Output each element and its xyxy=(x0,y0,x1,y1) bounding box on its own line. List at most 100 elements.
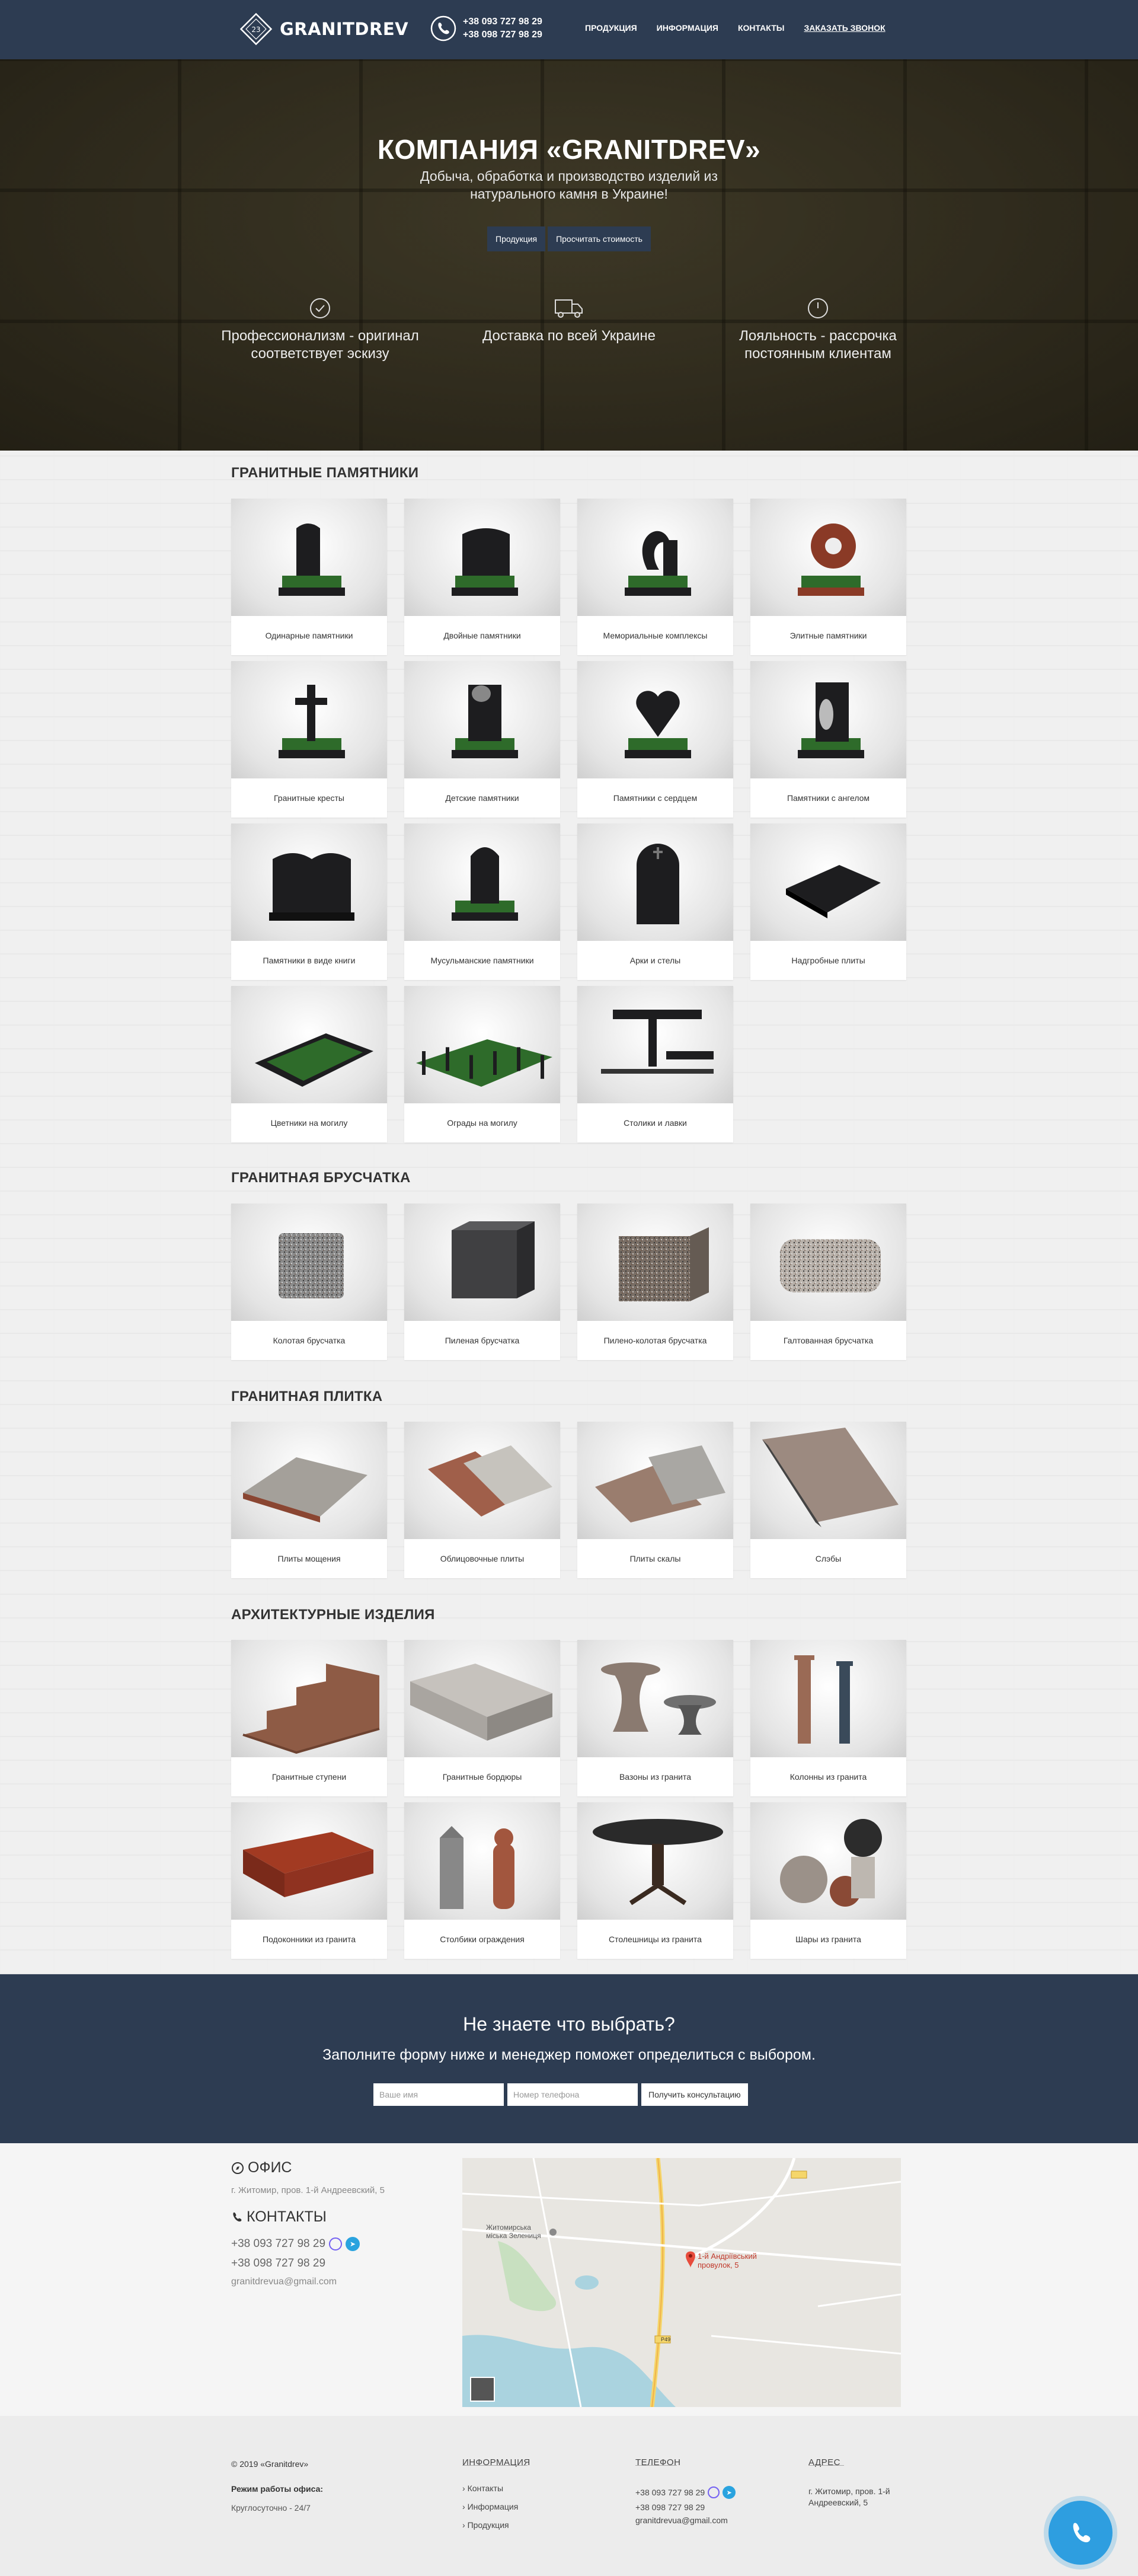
product-card[interactable]: Плиты мощения xyxy=(231,1422,387,1578)
product-image[interactable] xyxy=(404,986,560,1103)
product-label[interactable]: Надгробные плиты xyxy=(750,941,906,980)
product-image[interactable] xyxy=(750,1802,906,1920)
product-label[interactable]: Подоконники из гранита xyxy=(231,1920,387,1959)
contact-phone-1[interactable]: +38 093 727 98 29 xyxy=(231,2237,325,2251)
product-image[interactable] xyxy=(750,1640,906,1757)
product-label[interactable]: Цветники на могилу xyxy=(231,1103,387,1142)
product-image[interactable] xyxy=(404,823,560,941)
nav-contacts[interactable]: КОНТАКТЫ xyxy=(738,23,784,33)
product-image[interactable] xyxy=(231,499,387,616)
product-image[interactable] xyxy=(404,1640,560,1757)
product-label[interactable]: Колонны из гранита xyxy=(750,1757,906,1796)
product-label[interactable]: Слэбы xyxy=(750,1539,906,1578)
product-image[interactable] xyxy=(577,986,733,1103)
product-label[interactable]: Гранитные ступени xyxy=(231,1757,387,1796)
product-image[interactable] xyxy=(750,1204,906,1321)
footer-phone-2[interactable]: +38 098 727 98 29 xyxy=(635,2502,705,2512)
product-label[interactable]: Пилено-колотая брусчатка xyxy=(577,1321,733,1360)
product-card[interactable]: Шары из гранита xyxy=(750,1802,906,1959)
nav-products[interactable]: ПРОДУКЦИЯ xyxy=(585,23,637,33)
product-label[interactable]: Мемориальные комплексы xyxy=(577,616,733,655)
product-card[interactable]: Вазоны из гранита xyxy=(577,1640,733,1796)
viber-icon[interactable] xyxy=(329,2237,343,2251)
product-image[interactable] xyxy=(231,1204,387,1321)
product-image[interactable] xyxy=(750,499,906,616)
product-image[interactable] xyxy=(577,1802,733,1920)
footer-phone-1[interactable]: +38 093 727 98 29 xyxy=(635,2488,705,2497)
get-consultation-button[interactable]: Получить консультацию xyxy=(641,2083,748,2106)
nav-order-call[interactable]: ЗАКАЗАТЬ ЗВОНОК xyxy=(804,23,885,33)
product-label[interactable]: Колотая брусчатка xyxy=(231,1321,387,1360)
product-image[interactable] xyxy=(577,499,733,616)
footer-link-info[interactable]: › Информация xyxy=(462,2502,518,2511)
call-widget-button[interactable] xyxy=(1049,2501,1113,2565)
product-card[interactable]: Детские памятники xyxy=(404,661,560,818)
header-phone-2[interactable]: +38 098 727 98 29 xyxy=(463,28,542,42)
product-image[interactable] xyxy=(231,1802,387,1920)
product-card[interactable]: Гранитные кресты xyxy=(231,661,387,818)
nav-info[interactable]: ИНФОРМАЦИЯ xyxy=(657,23,718,33)
product-label[interactable]: Мусульманские памятники xyxy=(404,941,560,980)
product-image[interactable] xyxy=(404,1802,560,1920)
contact-email[interactable]: granitdrevua@gmail.com xyxy=(231,2277,337,2287)
product-image[interactable] xyxy=(231,823,387,941)
product-card[interactable]: Гранитные ступени xyxy=(231,1640,387,1796)
product-image[interactable] xyxy=(231,986,387,1103)
product-label[interactable]: Гранитные бордюры xyxy=(404,1757,560,1796)
product-image[interactable] xyxy=(404,1422,560,1539)
product-label[interactable]: Памятники в виде книги xyxy=(231,941,387,980)
product-card[interactable]: Цветники на могилу xyxy=(231,986,387,1142)
telegram-icon[interactable]: ➤ xyxy=(723,2486,736,2499)
name-input[interactable]: Ваше имя xyxy=(373,2083,504,2106)
product-card[interactable]: Пилено-колотая брусчатка xyxy=(577,1204,733,1360)
footer-link-products[interactable]: › Продукция xyxy=(462,2520,509,2530)
product-label[interactable]: Памятники с ангелом xyxy=(750,778,906,818)
product-image[interactable] xyxy=(577,823,733,941)
product-label[interactable]: Столики и лавки xyxy=(577,1103,733,1142)
product-label[interactable]: Двойные памятники xyxy=(404,616,560,655)
viber-icon[interactable] xyxy=(708,2486,720,2498)
product-label[interactable]: Памятники с сердцем xyxy=(577,778,733,818)
product-card[interactable]: Мусульманские памятники xyxy=(404,823,560,980)
product-card[interactable]: Столики и лавки xyxy=(577,986,733,1142)
product-image[interactable] xyxy=(577,1422,733,1539)
product-card[interactable]: Гранитные бордюры xyxy=(404,1640,560,1796)
product-image[interactable] xyxy=(404,661,560,778)
product-label[interactable]: Плиты скалы xyxy=(577,1539,733,1578)
product-label[interactable]: Гранитные кресты xyxy=(231,778,387,818)
product-image[interactable] xyxy=(750,1422,906,1539)
contact-phone-2[interactable]: +38 098 727 98 29 xyxy=(231,2257,325,2270)
header-phone-1[interactable]: +38 093 727 98 29 xyxy=(463,15,542,28)
product-card[interactable]: Облицовочные плиты xyxy=(404,1422,560,1578)
product-label[interactable]: Арки и стелы xyxy=(577,941,733,980)
product-card[interactable]: Памятники в виде книги xyxy=(231,823,387,980)
product-label[interactable]: Элитные памятники xyxy=(750,616,906,655)
product-card[interactable]: Столбики ограждения xyxy=(404,1802,560,1959)
telegram-icon[interactable]: ➤ xyxy=(346,2237,360,2251)
product-card[interactable]: Подоконники из гранита xyxy=(231,1802,387,1959)
product-card[interactable]: Пиленая брусчатка xyxy=(404,1204,560,1360)
product-label[interactable]: Одинарные памятники xyxy=(231,616,387,655)
product-image[interactable] xyxy=(231,661,387,778)
product-image[interactable] xyxy=(231,1422,387,1539)
product-card[interactable]: Памятники с сердцем xyxy=(577,661,733,818)
footer-link-contacts[interactable]: › Контакты xyxy=(462,2484,503,2493)
product-card[interactable]: Галтованная брусчатка xyxy=(750,1204,906,1360)
calc-price-button[interactable]: Просчитать стоимость xyxy=(548,226,651,251)
product-card[interactable]: Плиты скалы xyxy=(577,1422,733,1578)
product-image[interactable] xyxy=(404,499,560,616)
product-label[interactable]: Шары из гранита xyxy=(750,1920,906,1959)
product-label[interactable]: Вазоны из гранита xyxy=(577,1757,733,1796)
product-card[interactable]: Колонны из гранита xyxy=(750,1640,906,1796)
product-label[interactable]: Детские памятники xyxy=(404,778,560,818)
product-image[interactable] xyxy=(577,661,733,778)
product-card[interactable]: Надгробные плиты xyxy=(750,823,906,980)
product-label[interactable]: Облицовочные плиты xyxy=(404,1539,560,1578)
map-canvas[interactable] xyxy=(462,2158,901,2407)
logo[interactable]: 23 GRANITDREV xyxy=(237,10,408,48)
product-card[interactable]: Столешницы из гранита xyxy=(577,1802,733,1959)
product-image[interactable] xyxy=(577,1640,733,1757)
product-card[interactable]: Элитные памятники xyxy=(750,499,906,655)
product-label[interactable]: Пиленая брусчатка xyxy=(404,1321,560,1360)
products-button[interactable]: Продукция xyxy=(487,226,546,251)
